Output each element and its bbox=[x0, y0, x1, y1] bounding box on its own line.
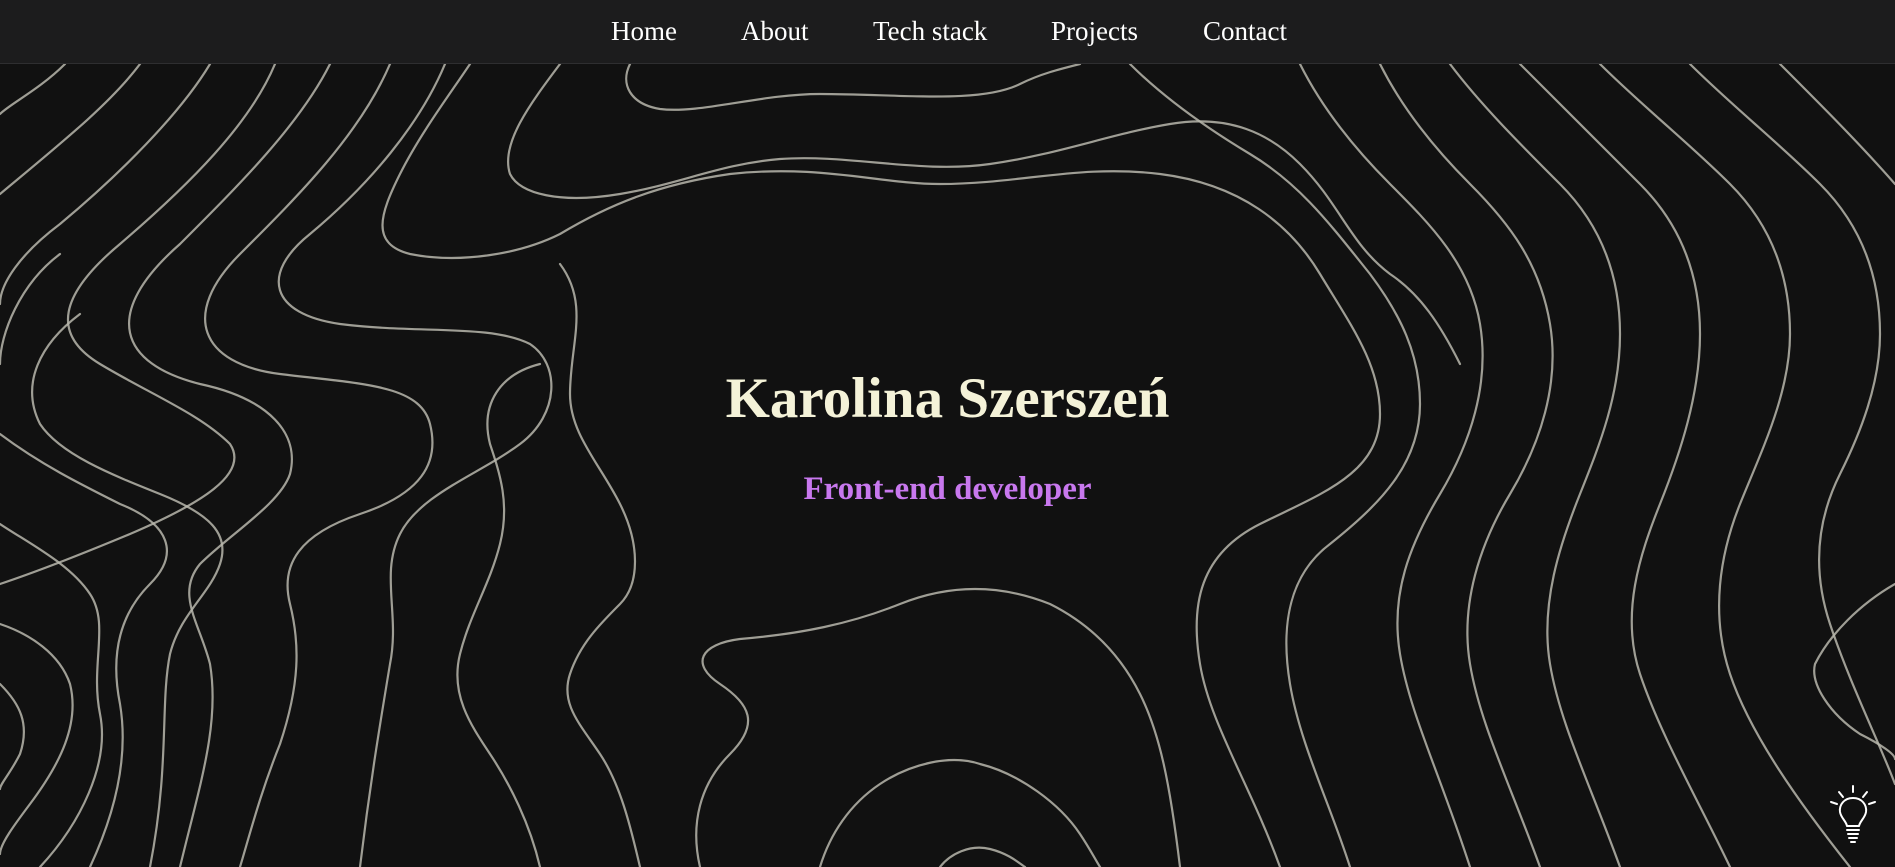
nav-item-projects[interactable]: Projects bbox=[1051, 14, 1138, 48]
nav-item-contact[interactable]: Contact bbox=[1203, 14, 1287, 48]
nav-item-tech-stack[interactable]: Tech stack bbox=[873, 14, 987, 48]
contour-background bbox=[0, 64, 1895, 867]
lightbulb-icon bbox=[1830, 785, 1876, 843]
nav-item-home[interactable]: Home bbox=[611, 14, 677, 48]
hero-section: Karolina Szerszeń Front-end developer bbox=[0, 64, 1895, 867]
nav-item-about[interactable]: About bbox=[741, 14, 809, 48]
navbar: Home About Tech stack Projects Contact bbox=[0, 0, 1895, 64]
nav-menu: Home About Tech stack Projects Contact bbox=[0, 0, 1895, 64]
hero-subtitle: Front-end developer bbox=[803, 471, 1092, 507]
theme-toggle-button[interactable] bbox=[1828, 784, 1878, 844]
hero-title: Karolina Szerszeń bbox=[725, 367, 1170, 430]
